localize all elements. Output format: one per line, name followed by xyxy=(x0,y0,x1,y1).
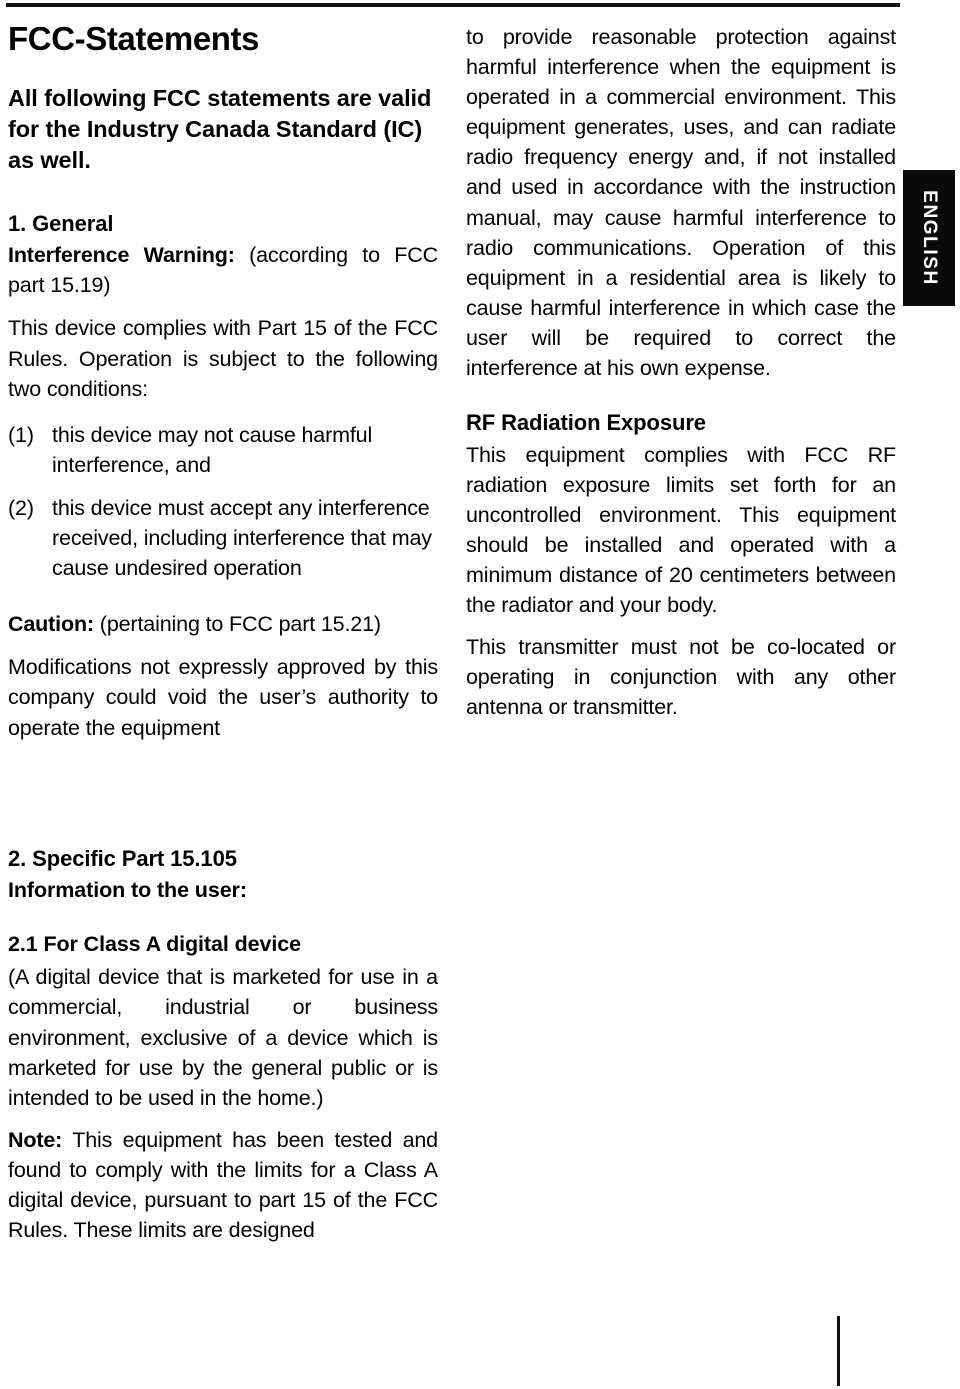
condition-text: this device may not cause harmful interf… xyxy=(52,422,373,477)
section-1-heading: 1. General xyxy=(8,210,114,236)
caution-label: Caution: xyxy=(8,612,94,637)
validity-statement: All following FCC statements are valid f… xyxy=(8,84,432,173)
caution-body-paragraph: Modifications not expressly approved by … xyxy=(8,655,438,740)
left-column-lower: 2. Specific Part 15.105 Information to t… xyxy=(8,845,438,1245)
right-column: to provide reasonable protection against… xyxy=(466,22,896,723)
note-text: This equipment has been tested and found… xyxy=(8,1127,438,1243)
caution-reference: (pertaining to FCC part 15.21) xyxy=(93,612,381,637)
language-tab: ENGLISH xyxy=(903,170,955,306)
continued-interference-paragraph: to provide reasonable protection against… xyxy=(466,25,896,381)
page-bottom-tick xyxy=(837,1316,840,1386)
note-label: Note: xyxy=(8,1127,63,1152)
rf-exposure-paragraph: This equipment complies with FCC RF radi… xyxy=(466,442,896,618)
condition-text: this device must accept any interference… xyxy=(52,495,432,581)
page-title: FCC-Statements xyxy=(8,20,260,57)
rf-radiation-exposure-heading: RF Radiation Exposure xyxy=(466,410,706,436)
caution-heading-paragraph: Caution: (pertaining to FCC part 15.21) xyxy=(8,609,438,639)
condition-marker: (1) xyxy=(8,422,34,447)
section-2-heading: 2. Specific Part 15.105 xyxy=(8,846,237,871)
caution-spacer xyxy=(8,583,438,609)
language-tab-label: ENGLISH xyxy=(919,190,940,286)
transmitter-colocation-paragraph: This transmitter must not be co-located … xyxy=(466,635,896,720)
note-paragraph: Note: This equipment has been tested and… xyxy=(8,1125,438,1245)
part-15-compliance-paragraph: This device complies with Part 15 of the… xyxy=(8,316,438,401)
left-column: FCC-Statements All following FCC stateme… xyxy=(8,20,438,743)
page-top-rule xyxy=(6,3,900,7)
interference-warning-paragraph: Interference Warning: (according to FCC … xyxy=(8,240,438,300)
condition-marker: (2) xyxy=(8,495,34,520)
conditions-list: (1) this device may not cause harmful in… xyxy=(8,420,438,583)
class-a-definition-paragraph: (A digital device that is marketed for u… xyxy=(8,965,438,1110)
list-item: (2) this device must accept any interfer… xyxy=(8,493,438,583)
list-item: (1) this device may not cause harmful in… xyxy=(8,420,438,480)
information-to-user-subheading: Information to the user: xyxy=(8,877,247,902)
interference-warning-label: Interference Warning: xyxy=(8,243,235,268)
class-a-digital-device-heading: 2.1 For Class A digital device xyxy=(8,931,301,956)
